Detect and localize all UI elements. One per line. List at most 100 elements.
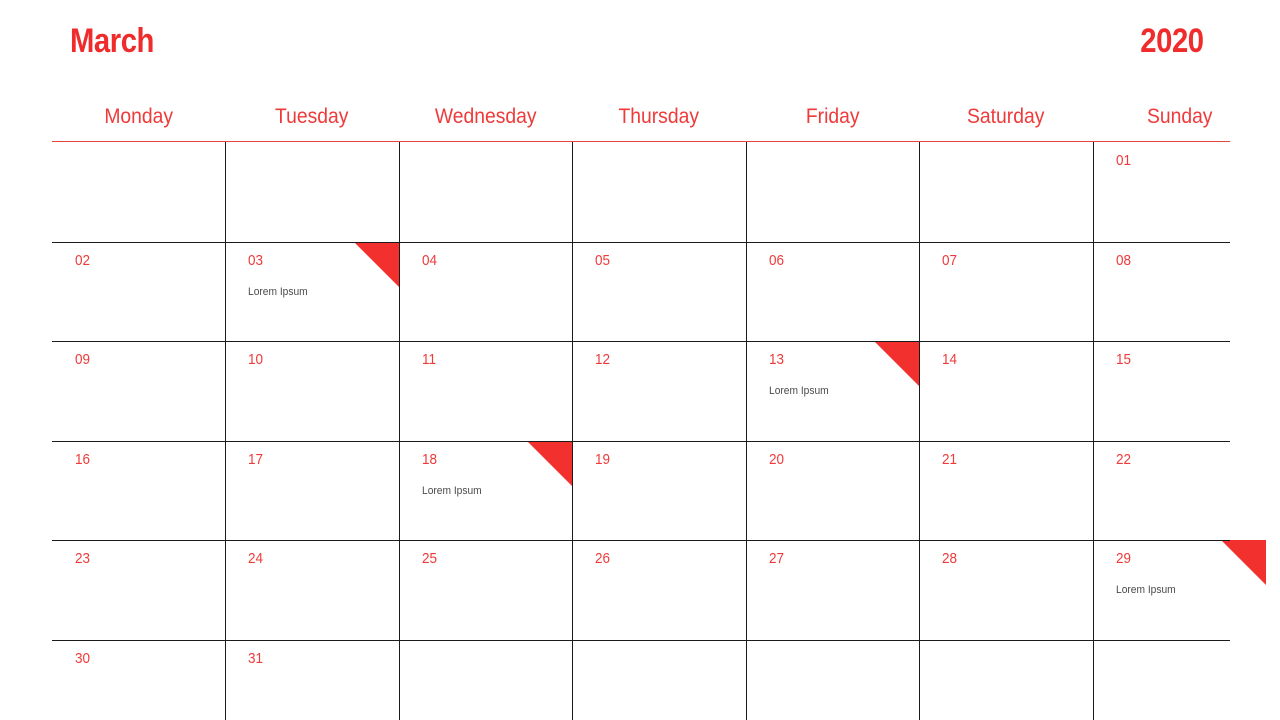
day-cell-12[interactable]: 12 — [572, 341, 745, 441]
day-cell-17[interactable]: 17 — [225, 440, 398, 541]
day-number: 05 — [595, 251, 611, 269]
weekday-header-saturday: Saturday — [967, 105, 1045, 128]
day-number: 18 — [421, 450, 437, 468]
week-row: 23 24 25 26 27 28 29 Lorem Ipsum — [52, 540, 1266, 640]
day-number: 23 — [75, 550, 91, 568]
day-event-note: Lorem Ipsum — [1115, 584, 1176, 597]
day-cell-23[interactable]: 23 — [52, 540, 225, 640]
day-number: 28 — [942, 550, 958, 568]
day-number: 07 — [942, 251, 958, 269]
day-number: 24 — [248, 550, 264, 568]
day-cell-empty — [919, 639, 1092, 720]
day-number: 19 — [595, 450, 611, 468]
day-cell-28[interactable]: 28 — [919, 540, 1092, 640]
day-number: 27 — [768, 550, 784, 568]
corner-triangle-icon — [353, 241, 399, 287]
week-row: 30 31 — [52, 639, 1230, 720]
day-cell-15[interactable]: 15 — [1092, 341, 1266, 441]
day-number: 11 — [421, 351, 436, 369]
calendar-page: March 2020 Monday Tuesday Wednesday Thursda… — [0, 0, 1280, 720]
day-event-note: Lorem Ipsum — [421, 484, 482, 497]
day-cell-08[interactable]: 08 — [1092, 241, 1266, 342]
month-title: March — [70, 22, 154, 60]
weekday-header-thursday: Thursday — [618, 105, 700, 128]
day-cell-24[interactable]: 24 — [225, 540, 398, 640]
weekday-header-sunday: Sunday — [1146, 105, 1213, 128]
day-cell-empty — [398, 142, 572, 242]
day-cell-01[interactable]: 01 — [1092, 142, 1266, 242]
calendar-grid: Monday Tuesday Wednesday Thursday Friday Satu… — [52, 100, 1266, 720]
day-cell-14[interactable]: 14 — [919, 341, 1092, 441]
day-cell-16[interactable]: 16 — [52, 441, 225, 541]
week-row: 09 10 11 12 13 Lorem Ipsum 14 15 — [52, 341, 1230, 441]
day-cell-empty — [919, 142, 1092, 242]
day-cell-13[interactable]: 13 Lorem Ipsum — [745, 341, 920, 441]
day-cell-03[interactable]: 03 Lorem Ipsum — [225, 241, 399, 342]
day-cell-empty — [1092, 639, 1266, 720]
day-number: 31 — [248, 649, 264, 667]
day-cell-empty — [572, 142, 745, 242]
weekday-header-tuesday: Tuesday — [275, 105, 349, 128]
day-cell-empty — [225, 142, 398, 242]
day-cell-empty — [52, 142, 225, 242]
day-number: 12 — [595, 351, 611, 369]
day-number: 30 — [75, 649, 91, 667]
day-cell-11[interactable]: 11 — [398, 341, 572, 441]
day-number: 10 — [248, 351, 264, 369]
day-number: 29 — [1115, 550, 1131, 568]
day-cell-07[interactable]: 07 — [919, 241, 1092, 342]
day-number: 21 — [942, 450, 958, 468]
day-number: 22 — [1115, 450, 1131, 468]
day-cell-empty — [572, 639, 745, 720]
day-number: 20 — [768, 450, 784, 468]
day-event-note: Lorem Ipsum — [768, 385, 829, 398]
day-cell-05[interactable]: 05 — [572, 241, 745, 342]
day-number: 26 — [595, 550, 611, 568]
day-number: 16 — [75, 450, 91, 468]
week-row: 01 — [52, 142, 1230, 242]
day-cell-18[interactable]: 18 Lorem Ipsum — [398, 440, 573, 541]
year-title: 2020 — [1140, 22, 1205, 60]
day-cell-09[interactable]: 09 — [52, 341, 225, 441]
week-row: 16 17 18 Lorem Ipsum 19 20 21 22 — [52, 440, 1230, 541]
day-number: 08 — [1115, 251, 1131, 269]
weekday-header-wednesday: Wednesday — [434, 105, 537, 128]
day-cell-empty — [745, 142, 919, 242]
weekday-header-friday: Friday — [805, 105, 860, 128]
week-row: 02 03 Lorem Ipsum 04 05 06 07 08 — [52, 241, 1230, 342]
day-cell-26[interactable]: 26 — [572, 540, 745, 640]
day-cell-31[interactable]: 31 — [225, 639, 398, 720]
day-number: 17 — [248, 450, 264, 468]
day-cell-04[interactable]: 04 — [398, 241, 572, 342]
weekday-header-monday: Monday — [104, 105, 174, 128]
day-event-note: Lorem Ipsum — [248, 285, 309, 298]
day-number: 04 — [421, 251, 437, 269]
day-cell-27[interactable]: 27 — [745, 540, 919, 640]
day-cell-30[interactable]: 30 — [52, 640, 225, 720]
day-number: 25 — [421, 550, 437, 568]
day-number: 01 — [1115, 152, 1131, 169]
weekday-header-row: Monday Tuesday Wednesday Thursday Friday Satu… — [52, 100, 1230, 141]
day-cell-29[interactable]: 29 Lorem Ipsum — [1092, 540, 1266, 640]
day-cell-10[interactable]: 10 — [225, 341, 398, 441]
day-cell-02[interactable]: 02 — [52, 242, 225, 342]
day-grid: 01 02 03 Lorem Ipsum 04 05 06 07 08 09 10 11 12 13 Lor… — [52, 142, 1266, 720]
day-cell-25[interactable]: 25 — [398, 540, 572, 640]
day-number: 02 — [75, 251, 91, 269]
corner-triangle-icon — [1220, 540, 1266, 586]
corner-triangle-icon — [527, 440, 573, 486]
day-number: 09 — [75, 351, 91, 369]
day-cell-20[interactable]: 20 — [745, 440, 919, 541]
day-cell-21[interactable]: 21 — [919, 440, 1092, 541]
day-cell-06[interactable]: 06 — [745, 241, 919, 342]
day-cell-19[interactable]: 19 — [572, 440, 745, 541]
corner-triangle-icon — [874, 341, 920, 387]
day-cell-22[interactable]: 22 — [1092, 440, 1266, 541]
day-cell-empty — [398, 639, 572, 720]
day-number: 15 — [1115, 351, 1131, 369]
day-number: 03 — [248, 251, 264, 269]
day-cell-empty — [745, 639, 919, 720]
day-number: 13 — [768, 351, 784, 369]
calendar-title-bar: March 2020 — [0, 0, 1280, 90]
day-number: 14 — [942, 351, 958, 369]
